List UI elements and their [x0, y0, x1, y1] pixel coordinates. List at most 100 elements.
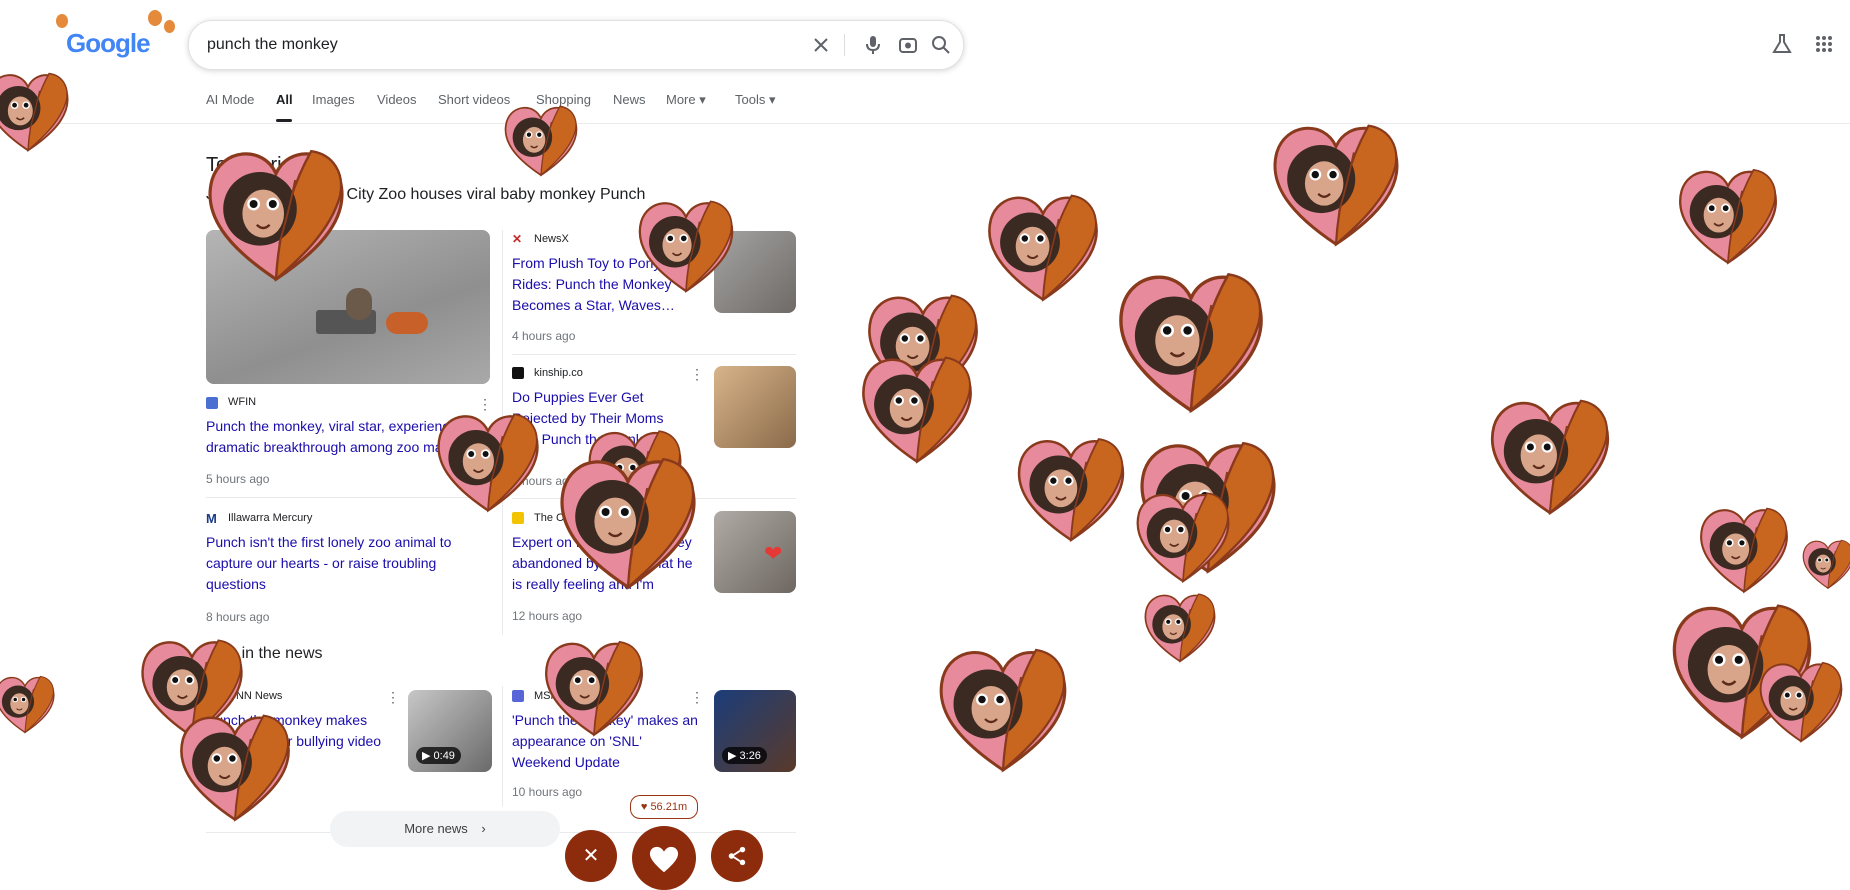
more-options-icon[interactable]: ⋮ [690, 689, 704, 706]
source-name: Illawarra Mercury [228, 512, 313, 524]
clear-icon[interactable] [809, 33, 833, 57]
more-news-label: More news [404, 821, 468, 836]
lens-icon[interactable] [896, 33, 920, 57]
more-news-button[interactable]: More news › [330, 811, 560, 847]
chevron-down-icon: ▾ [768, 92, 776, 107]
video-thumbnail[interactable]: ▶ 0:49 [408, 690, 492, 772]
search-divider [844, 34, 845, 56]
story-thumbnail[interactable]: ❤ [714, 511, 796, 593]
source-label: CNN News [206, 690, 282, 702]
monkey-heart-icon [978, 180, 1108, 310]
search-icon[interactable] [929, 33, 953, 57]
tab-tools[interactable]: Tools ▾ [735, 92, 776, 108]
tab-short-videos[interactable]: Short videos [438, 92, 510, 107]
top-stories-heading: Top stories [206, 154, 303, 176]
story-time: 10 hours ago [512, 785, 583, 799]
monkey-heart-icon [1128, 424, 1288, 584]
tab-images[interactable]: Images [312, 92, 355, 107]
microphone-icon[interactable] [861, 33, 885, 57]
monkey-heart-icon [852, 342, 982, 472]
close-overlay-button[interactable]: ✕ [565, 830, 617, 882]
source-name: kinship.co [534, 367, 583, 379]
story-time: 6 hours ago [512, 474, 576, 488]
story-thumbnail[interactable] [714, 231, 796, 313]
like-button[interactable] [632, 826, 696, 890]
story-headline[interactable]: Do Puppies Ever Get Rejected by Their Mo… [512, 387, 682, 450]
story-time: 4 hours ago [512, 329, 576, 343]
monkey-heart-icon [1798, 518, 1850, 608]
share-button[interactable] [711, 830, 763, 882]
balloon-icon [164, 20, 175, 33]
monkey-heart-icon [1138, 584, 1222, 668]
story-time: 12 hours ago [512, 609, 583, 623]
story-thumbnail[interactable] [714, 366, 796, 448]
source-name: WFIN [228, 396, 257, 408]
tab-more-label: More [666, 92, 696, 107]
labs-icon[interactable] [1770, 32, 1794, 56]
chevron-right-icon: › [481, 821, 486, 836]
monkey-heart-icon [928, 632, 1078, 782]
conversation-favicon [512, 512, 524, 524]
tab-ai-mode[interactable]: AI Mode [206, 92, 254, 107]
msn-favicon [512, 690, 524, 702]
column-divider [502, 686, 503, 806]
more-options-icon[interactable]: ⋮ [690, 366, 704, 383]
illawarra-favicon: M [206, 511, 217, 526]
monkey-heart-icon [1670, 156, 1786, 272]
tab-more[interactable]: More ▾ [666, 92, 706, 108]
monkey-heart-icon [1262, 108, 1410, 256]
more-options-icon[interactable]: ⋮ [478, 396, 492, 413]
kinship-favicon [512, 367, 524, 379]
story-headline[interactable]: From Plush Toy to Pony Rides: Punch the … [512, 253, 682, 316]
news-headline[interactable]: Punch the monkey makes progress after bu… [206, 710, 396, 773]
monkey-heart-icon [1480, 384, 1620, 524]
search-input[interactable]: punch the monkey [207, 21, 338, 69]
source-name: The Conversation [534, 512, 621, 524]
source-label: WFIN [206, 396, 257, 409]
tab-all[interactable]: All [276, 92, 293, 107]
active-tab-indicator [276, 119, 292, 122]
tab-shopping[interactable]: Shopping [536, 92, 591, 107]
close-icon: ✕ [582, 845, 600, 867]
source-label: The Conversation [512, 512, 621, 524]
monkey-heart-icon [1692, 496, 1796, 600]
story-headline[interactable]: Punch isn't the first lonely zoo animal … [206, 532, 476, 595]
top-stories-subheading[interactable]: Japanese Ichikawa City Zoo houses viral … [206, 186, 806, 204]
monkey-heart-icon [0, 668, 60, 738]
divider [206, 497, 490, 498]
also-in-news-heading: Also in the news [206, 645, 323, 662]
monkey-heart-icon [1752, 640, 1850, 760]
wfin-favicon [206, 397, 218, 409]
story-headline[interactable]: Expert on Punch the monkey abandoned by … [512, 532, 702, 595]
monkey-heart-icon [1008, 424, 1134, 550]
header-divider [0, 123, 1850, 124]
lead-story-image[interactable] [206, 230, 490, 384]
logo-text: Google [66, 28, 151, 58]
like-count: 56.21m [650, 801, 688, 813]
like-counter: ♥ 56.21m [630, 795, 698, 819]
story-time: 8 hours ago [206, 610, 270, 624]
monkey-heart-icon [1660, 586, 1824, 750]
heart-icon: ♥ [640, 801, 648, 813]
monkey-heart-icon [1106, 254, 1276, 424]
divider [512, 498, 796, 499]
heart-icon [649, 846, 679, 873]
lead-story-headline[interactable]: Punch the monkey, viral star, experience… [206, 416, 476, 458]
news-headline[interactable]: 'Punch the monkey' makes an appearance o… [512, 710, 702, 773]
apps-icon[interactable] [1812, 32, 1836, 56]
video-thumbnail[interactable]: ▶ 3:26 [714, 690, 796, 772]
source-name: CNN News [228, 690, 283, 702]
tab-tools-label: Tools [735, 92, 766, 107]
search-box[interactable]: punch the monkey [188, 20, 964, 70]
monkey-heart-icon [858, 280, 988, 410]
video-duration: ▶ 0:49 [416, 747, 461, 764]
balloon-icon [148, 10, 162, 26]
more-options-icon[interactable]: ⋮ [386, 689, 400, 706]
source-label: MSN [512, 690, 558, 702]
source-label: ✕ NewsX [512, 232, 569, 246]
source-name: NewsX [534, 233, 569, 245]
tab-videos[interactable]: Videos [377, 92, 417, 107]
tab-news[interactable]: News [613, 92, 646, 107]
google-doodle-logo[interactable]: Google [56, 10, 176, 64]
broken-heart-icon: ❤ [764, 541, 783, 566]
